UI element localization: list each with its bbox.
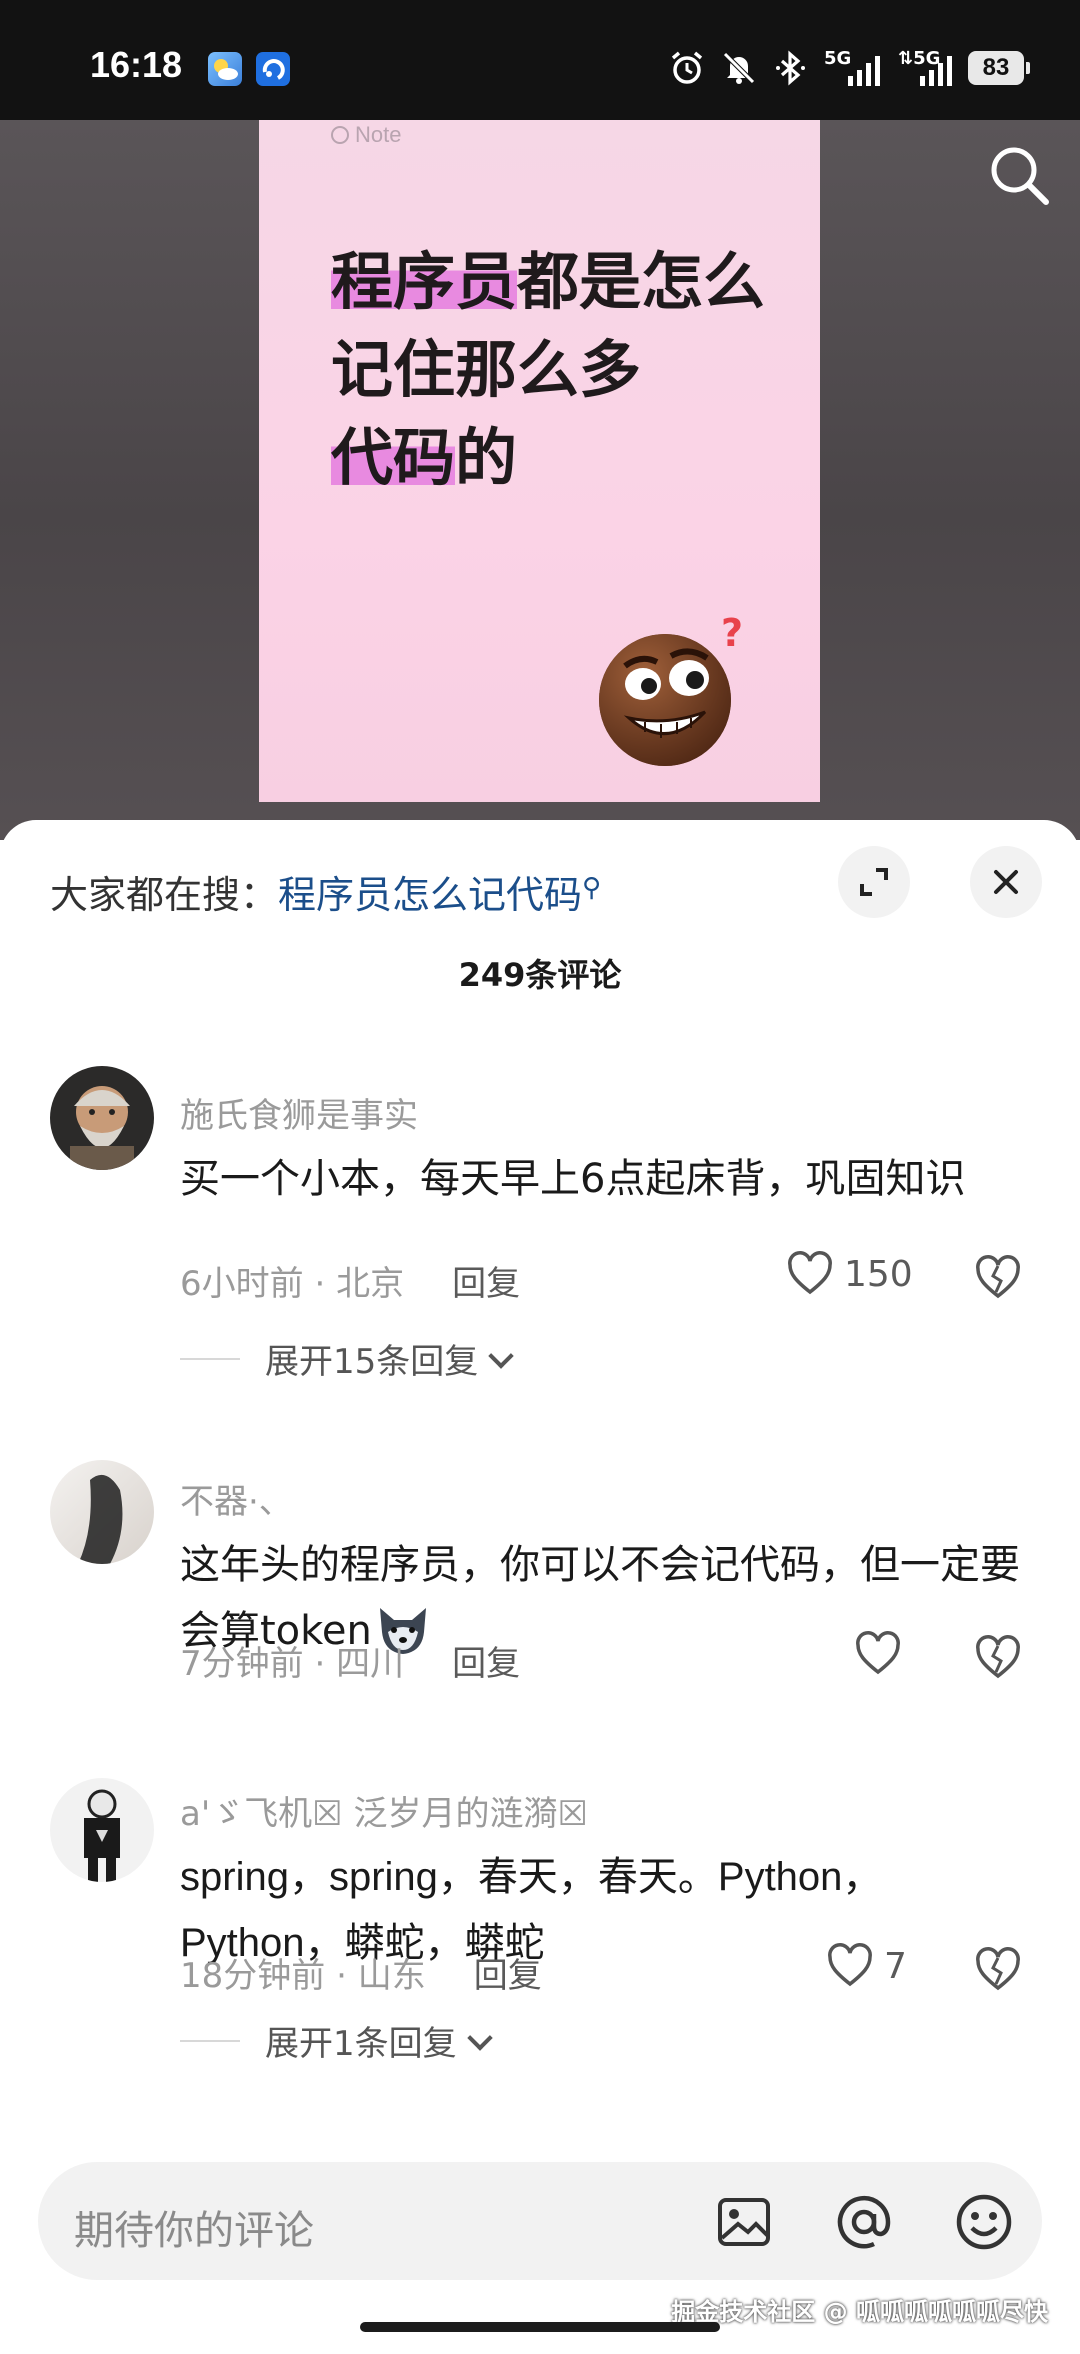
title-highlight-2: 代码 [331,421,456,494]
expand-divider [180,2040,240,2042]
comment-time: 18分钟前 [180,1956,326,1996]
expand-button[interactable] [838,846,910,918]
comment-username[interactable]: a'ゞ飞机☒ 泛岁月的涟漪☒ [180,1786,588,1835]
like-button[interactable]: 150 [786,1250,913,1298]
chevron-down-icon [488,1343,514,1369]
watermark: 掘金技术社区 @ 呱呱呱呱呱呱尽快 [671,2298,1048,2326]
comment-input[interactable]: 期待你的评论 [74,2198,314,2256]
comment-location: 四川 [336,1644,405,1684]
signal-icon: 5G [824,48,882,88]
comment-username[interactable]: 施氏食狮是事实 [180,1088,418,1137]
video-cover: Note 程序员都是怎么记住那么多 代码的 ? [259,120,820,802]
broken-heart-icon[interactable] [974,1254,1022,1302]
mute-icon [723,52,755,84]
expand-replies-button[interactable]: 展开1条回复 [265,2016,493,2065]
comment-time: 7分钟前 [180,1644,304,1684]
broken-heart-icon[interactable] [974,1946,1022,1994]
status-bar: 16:18 5G ⇅5G 83 [0,0,1080,120]
chevron-down-icon [466,2025,493,2051]
hot-search: 大家都在搜：程序员怎么记代码⚲ [50,864,601,919]
mini-search-icon: ⚲ [582,873,602,903]
avatar[interactable] [50,1066,154,1170]
like-count: 150 [844,1253,913,1295]
close-icon [994,870,1018,894]
comment-meta: 18分钟前 · 山东 回复 [180,1956,542,1996]
signal-icon-2: ⇅5G [896,48,954,88]
bluetooth-icon [776,50,805,86]
comment-meta: 6小时前 · 北京 回复 [180,1264,521,1304]
comment-input-bar[interactable]: 期待你的评论 [38,2162,1042,2280]
cover-title: 程序员都是怎么记住那么多 代码的 [331,238,771,502]
status-time: 16:18 [90,44,183,85]
title-part-4: 的 [455,421,518,494]
heart-icon [788,1251,832,1295]
like-count: 7 [884,1945,907,1987]
expand-icon [860,868,888,896]
hot-search-link[interactable]: 程序员怎么记代码 [278,873,582,917]
search-icon[interactable] [984,140,1054,210]
image-icon[interactable] [714,2192,774,2252]
heart-icon [828,1943,872,1987]
weather-app-icon [208,52,242,86]
avatar[interactable] [50,1778,154,1882]
comment-location: 山东 [357,1956,426,1996]
expand-divider [180,1358,240,1360]
comment-count: 249条评论 [458,956,622,994]
comment-location: 北京 [336,1264,405,1304]
thinking-face-emoji: ? [599,611,743,766]
home-indicator[interactable] [360,2322,720,2332]
note-tag: Note [331,122,401,148]
comment-meta: 7分钟前 · 四川 回复 [180,1644,521,1684]
comment-sheet: 大家都在搜：程序员怎么记代码⚲ 249条评论 施氏食狮是事实 买一个小本，每天早… [0,820,1080,2354]
comment-text: 买一个小本，每天早上6点起床背，巩固知识 [180,1156,966,1202]
avatar[interactable] [50,1460,154,1564]
close-button[interactable] [970,846,1042,918]
comment-time: 6小时前 [180,1264,304,1304]
like-button[interactable]: 7 [826,1942,907,1990]
battery-indicator: 83 [968,51,1030,85]
emoji-icon[interactable] [954,2192,1014,2252]
svg-text:?: ? [721,611,743,655]
video-area[interactable]: Note 程序员都是怎么记住那么多 代码的 ? [0,120,1080,840]
reply-button[interactable]: 回复 [452,1644,520,1684]
like-button[interactable] [854,1630,902,1678]
expand-replies-button[interactable]: 展开15条回复 [265,1334,514,1383]
broken-heart-icon[interactable] [974,1634,1022,1682]
hot-search-prefix: 大家都在搜： [50,873,279,917]
reply-button[interactable]: 回复 [452,1264,520,1304]
comment-username[interactable]: 不器·、 [180,1474,293,1523]
alarm-icon [671,51,703,84]
app-notification-icon [256,52,290,86]
at-icon[interactable] [834,2192,894,2252]
reply-button[interactable]: 回复 [474,1956,542,1996]
heart-icon [856,1631,900,1675]
title-highlight-1: 程序员 [331,245,518,318]
